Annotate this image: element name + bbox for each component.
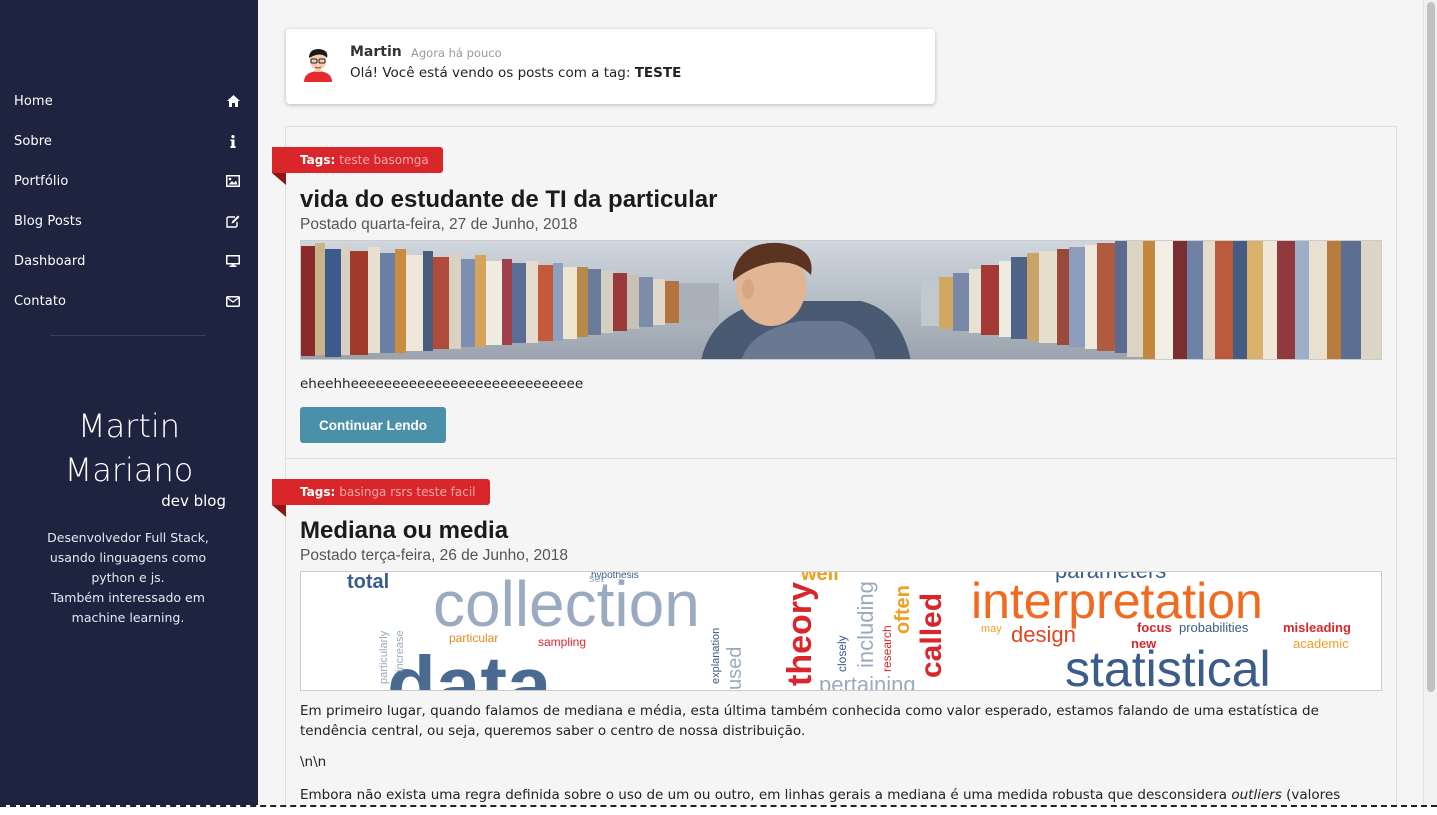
tag-ribbon: Tags: teste basomga [272,147,443,173]
post-card: Tags: teste basomga vida do estudante de… [272,127,1396,458]
wordcloud-word: design [1011,622,1076,647]
wordcloud-word: academic [1293,636,1349,651]
sidebar-nav: Home Sobre Portfólio Blog Posts Dashboar… [0,81,258,321]
wordcloud-word: focus [1137,620,1172,635]
wordcloud-word: pertaining [819,672,916,691]
edit-icon [225,213,241,229]
profile-description-line: Desenvolvedor Full Stack, usando linguag… [47,530,209,585]
post-body-emphasis: outliers [1231,787,1282,803]
wordcloud-word: total [347,572,389,593]
wordcloud-word: misleading [1283,620,1351,635]
sidebar-item-label: Contato [14,293,67,309]
wordcloud-word: particularly [378,630,390,684]
profile-description-line: Também interessado em machine learning. [51,590,205,625]
posts-container: Tags: teste basomga vida do estudante de… [272,126,1397,805]
wordcloud-word: explanation [710,628,722,684]
tag-ribbon: Tags: basinga rsrs teste facil [272,479,490,505]
post-date: Postado quarta-feira, 27 de Junho, 2018 [300,216,578,233]
sidebar-item-dashboard[interactable]: Dashboard [0,241,258,281]
sidebar-item-label: Home [14,93,53,109]
sidebar-item-portfolio[interactable]: Portfólio [0,161,258,201]
wordcloud-word: closely [835,635,849,672]
post-date: Postado terça-feira, 26 de Junho, 2018 [300,547,568,564]
post-excerpt: eheehheeeeeeeeeeeeeeeeeeeeeeeeeeee [300,376,584,392]
post-card: Tags: basinga rsrs teste facil Mediana o… [272,459,1396,805]
post-image-library [300,240,1382,360]
main-content: Martin Agora há pouco Olá! Você está ven… [258,0,1423,805]
tag-values[interactable]: teste basomga [339,153,428,167]
ribbon-fold [272,173,286,185]
wordcloud-word: called [915,593,948,678]
wordcloud-word: data [387,640,552,691]
tag-values[interactable]: basinga rsrs teste facil [339,485,475,499]
wordcloud-word: set [589,573,604,585]
toast-tag: TESTE [634,65,682,81]
ribbon-fold [272,505,286,517]
profile-description: Desenvolvedor Full Stack, usando linguag… [30,528,226,628]
wordcloud-word: may [981,623,1002,635]
post-image-wordcloud: total collection interpretation paramete… [300,571,1382,691]
sidebar-divider [50,335,206,336]
home-icon [225,93,241,109]
post-body-paragraph: Embora não exista uma regra definida sob… [300,786,1385,805]
post-body-paragraph: \n\n [300,754,327,770]
sidebar-item-label: Blog Posts [14,213,82,229]
sidebar: Home Sobre Portfólio Blog Posts Dashboar… [0,0,258,815]
profile-first-name: Martin [77,407,181,445]
scrollbar-thumb[interactable] [1427,2,1435,692]
sidebar-item-label: Sobre [14,133,53,149]
sidebar-item-home[interactable]: Home [0,81,258,121]
tag-label: Tags: [300,153,336,167]
wordcloud-word: particular [449,631,498,645]
toast-user: Martin [350,44,402,60]
sidebar-item-sobre[interactable]: Sobre [0,121,258,161]
desktop-icon [225,253,241,269]
vertical-scrollbar[interactable] [1423,0,1437,805]
info-icon [225,133,241,149]
continue-reading-button[interactable]: Continuar Lendo [300,407,446,443]
notification-toast: Martin Agora há pouco Olá! Você está ven… [286,29,935,104]
sidebar-item-label: Portfólio [14,173,69,189]
wordcloud-word: used [724,647,746,690]
wordcloud-word: new [1131,636,1157,651]
profile-last-name: Mariano [64,451,194,489]
image-icon [225,173,241,189]
wordcloud-word: statistical [1065,641,1271,691]
wordcloud-word: including [853,581,878,668]
wordcloud-word: parameters [1055,572,1166,583]
tag-label: Tags: [300,485,336,499]
wordcloud-word: collection [433,572,700,640]
toast-time: Agora há pouco [411,46,502,60]
post-title[interactable]: Mediana ou media [300,517,508,545]
toast-message-text: Olá! Você está vendo os posts com a tag: [350,65,631,81]
bottom-edge [0,805,1437,815]
post-title[interactable]: vida do estudante de TI da particular [300,186,717,214]
sidebar-item-label: Dashboard [14,253,86,269]
sidebar-item-contato[interactable]: Contato [0,281,258,321]
wordcloud-word: theory [781,582,819,686]
wordcloud-word: increase [394,630,406,672]
sidebar-item-blog-posts[interactable]: Blog Posts [0,201,258,241]
post-body-text: Embora não exista uma regra definida sob… [300,787,1228,803]
wordcloud-word: often [892,585,914,634]
toast-message: Olá! Você está vendo os posts com a tag:… [350,65,681,81]
envelope-icon [225,293,241,309]
profile-name: Martin Mariano [0,404,258,492]
wordcloud-word: sampling [538,635,586,649]
wordcloud-word: probabilities [1179,620,1249,635]
profile-subtitle: dev blog [161,492,226,510]
avatar [300,46,336,82]
post-body-paragraph: Em primeiro lugar, quando falamos de med… [300,703,1319,739]
post-body-text: (valores [1286,787,1341,803]
